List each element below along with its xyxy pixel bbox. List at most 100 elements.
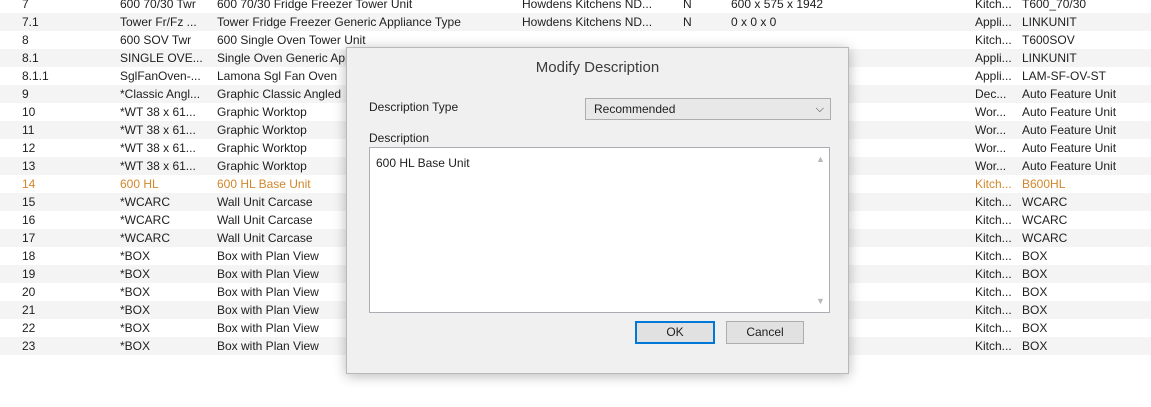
cell-unit-type: BOX xyxy=(1022,321,1048,335)
cell-item-description: 600 70/30 Fridge Freezer Tower Unit xyxy=(217,0,413,11)
cell-row-number: 7.1 xyxy=(22,15,39,29)
ok-button[interactable]: OK xyxy=(635,321,715,344)
cell-unit-type: BOX xyxy=(1022,249,1048,263)
cell-row-number: 9 xyxy=(22,87,29,101)
description-text: 600 HL Base Unit xyxy=(376,156,470,170)
cell-item-description: Tower Fridge Freezer Generic Appliance T… xyxy=(217,15,461,29)
description-type-label: Description Type xyxy=(369,100,459,114)
cell-row-number: 12 xyxy=(22,141,36,155)
cell-category: Appli... xyxy=(975,69,1012,83)
cell-item-code: *BOX xyxy=(120,249,151,263)
cell-item-code: *BOX xyxy=(120,285,151,299)
cell-category: Appli... xyxy=(975,51,1012,65)
description-scrollbar[interactable]: ▲ ▼ xyxy=(812,148,829,312)
cell-row-number: 8 xyxy=(22,33,29,47)
cell-unit-type: Auto Feature Unit xyxy=(1022,141,1117,155)
cell-category: Kitch... xyxy=(975,231,1012,245)
cell-item-code: *Classic Angl... xyxy=(120,87,201,101)
cell-category: Kitch... xyxy=(975,0,1012,11)
cell-unit-type: BOX xyxy=(1022,285,1048,299)
cell-category: Kitch... xyxy=(975,177,1012,191)
cell-item-code: 600 SOV Twr xyxy=(120,33,192,47)
cell-unit-type: Auto Feature Unit xyxy=(1022,105,1117,119)
cell-unit-type: WCARC xyxy=(1022,231,1068,245)
cell-category: Dec... xyxy=(975,87,1007,101)
cell-flag: N xyxy=(683,15,692,29)
cell-category: Wor... xyxy=(975,159,1007,173)
description-type-value: Recommended xyxy=(594,102,676,116)
cell-category: Kitch... xyxy=(975,321,1012,335)
cell-category: Kitch... xyxy=(975,285,1012,299)
cell-row-number: 18 xyxy=(22,249,36,263)
cell-item-code: *BOX xyxy=(120,321,151,335)
cell-item-code: *WT 38 x 61... xyxy=(120,159,196,173)
cell-unit-type: BOX xyxy=(1022,303,1048,317)
table-row[interactable]: 7 600 70/30 Twr 600 70/30 Fridge Freezer T… xyxy=(0,0,1151,13)
cell-unit-type: Auto Feature Unit xyxy=(1022,159,1117,173)
scroll-down-arrow-icon[interactable]: ▼ xyxy=(812,296,829,306)
description-label: Description xyxy=(369,131,430,145)
cell-row-number: 8.1 xyxy=(22,51,39,65)
description-textarea[interactable]: 600 HL Base Unit ▲ ▼ xyxy=(369,147,830,313)
cell-row-number: 7 xyxy=(22,0,29,11)
cell-item-code: 600 70/30 Twr xyxy=(120,0,196,11)
cell-item-code: *BOX xyxy=(120,339,151,353)
cell-unit-type: WCARC xyxy=(1022,195,1068,209)
cell-flag: N xyxy=(683,0,692,11)
cell-item-code: *WT 38 x 61... xyxy=(120,105,196,119)
cell-unit-type: B600HL xyxy=(1022,177,1066,191)
cell-row-number: 13 xyxy=(22,159,36,173)
cell-row-number: 23 xyxy=(22,339,36,353)
scroll-up-arrow-icon[interactable]: ▲ xyxy=(812,154,829,164)
cell-item-code: *WT 38 x 61... xyxy=(120,123,196,137)
cell-row-number: 22 xyxy=(22,321,36,335)
cell-category: Kitch... xyxy=(975,213,1012,227)
table-row[interactable]: 7.1 Tower Fr/Fz ... Tower Fridge Freezer G… xyxy=(0,13,1151,31)
cell-item-code: *WCARC xyxy=(120,213,170,227)
cell-item-code: SglFanOven-... xyxy=(120,69,201,83)
cell-item-code: Tower Fr/Fz ... xyxy=(120,15,197,29)
cell-row-number: 21 xyxy=(22,303,36,317)
cancel-button[interactable]: Cancel xyxy=(726,321,804,344)
cell-row-number: 16 xyxy=(22,213,36,227)
description-type-select[interactable]: Recommended ⌵ xyxy=(585,98,831,120)
modify-description-dialog: Modify Description Description Type Reco… xyxy=(346,47,849,374)
cell-category: Kitch... xyxy=(975,33,1012,47)
cell-row-number: 10 xyxy=(22,105,36,119)
cell-unit-type: BOX xyxy=(1022,267,1048,281)
cell-unit-type: LINKUNIT xyxy=(1022,15,1077,29)
cell-category: Kitch... xyxy=(975,249,1012,263)
cell-item-code: *WCARC xyxy=(120,195,170,209)
cell-category: Kitch... xyxy=(975,195,1012,209)
cell-item-code: SINGLE OVE... xyxy=(120,51,203,65)
cell-item-code: *WT 38 x 61... xyxy=(120,141,196,155)
cell-row-number: 15 xyxy=(22,195,36,209)
cell-unit-type: BOX xyxy=(1022,339,1048,353)
cell-row-number: 11 xyxy=(22,123,35,137)
cell-row-number: 17 xyxy=(22,231,36,245)
cell-unit-type: T600SOV xyxy=(1022,33,1075,47)
cell-row-number: 8.1.1 xyxy=(22,69,49,83)
cell-supplier: Howdens Kitchens ND... xyxy=(522,15,653,29)
cell-unit-type: Auto Feature Unit xyxy=(1022,123,1117,137)
cell-row-number: 19 xyxy=(22,267,36,281)
cell-category: Wor... xyxy=(975,141,1007,155)
chevron-down-icon[interactable]: ⌵ xyxy=(816,99,824,119)
cell-unit-type: LINKUNIT xyxy=(1022,51,1077,65)
cell-category: Kitch... xyxy=(975,303,1012,317)
cell-row-number: 20 xyxy=(22,285,36,299)
cell-unit-type: T600_70/30 xyxy=(1022,0,1087,11)
cell-category: Wor... xyxy=(975,123,1007,137)
cell-dimensions: 0 x 0 x 0 xyxy=(731,15,777,29)
cell-item-code: 600 HL xyxy=(120,177,159,191)
cell-dimensions: 600 x 575 x 1942 xyxy=(731,0,824,11)
cell-item-code: *BOX xyxy=(120,267,151,281)
cell-supplier: Howdens Kitchens ND... xyxy=(522,0,653,11)
dialog-title: Modify Description xyxy=(347,48,848,88)
cell-row-number: 14 xyxy=(22,177,36,191)
cell-category: Wor... xyxy=(975,105,1007,119)
cell-unit-type: LAM-SF-OV-ST xyxy=(1022,69,1107,83)
cell-item-code: *BOX xyxy=(120,303,151,317)
cell-item-code: *WCARC xyxy=(120,231,170,245)
cell-unit-type: WCARC xyxy=(1022,213,1068,227)
